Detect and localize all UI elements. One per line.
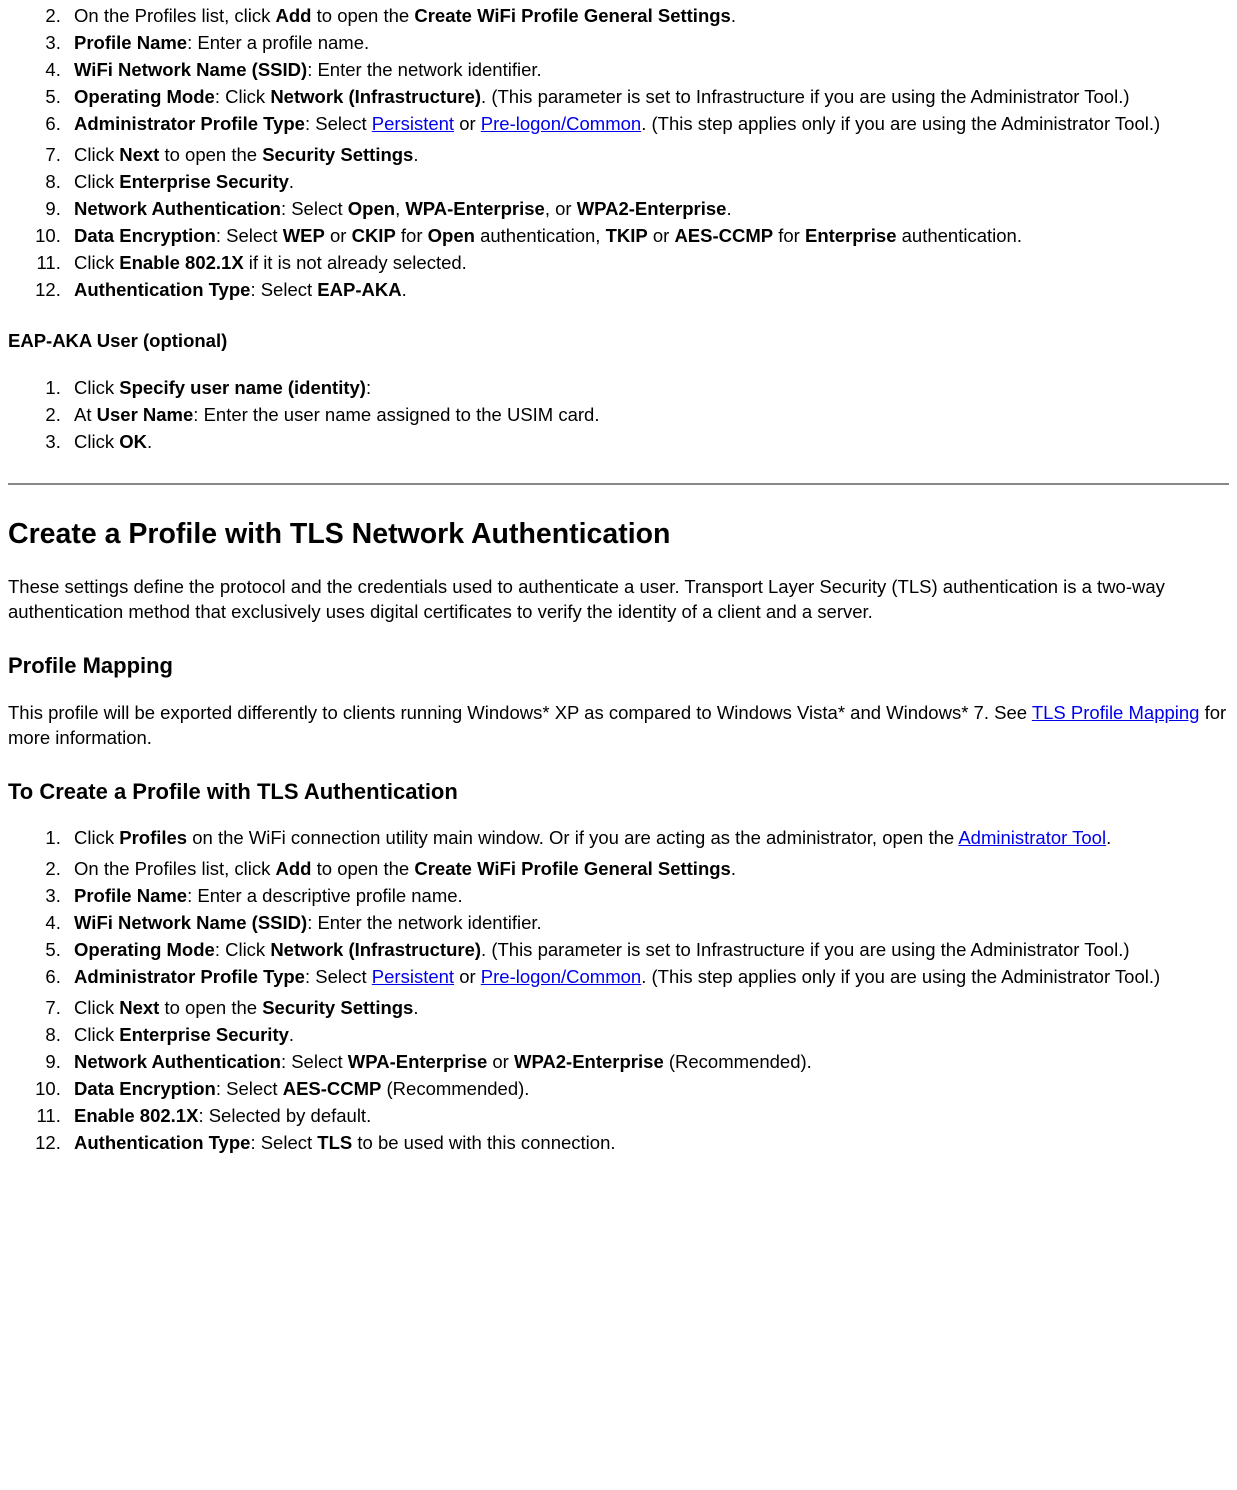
list-item: Click Enterprise Security.	[66, 170, 1229, 195]
persistent-link[interactable]: Persistent	[372, 966, 454, 987]
profile-mapping-paragraph: This profile will be exported differentl…	[8, 701, 1229, 751]
list-item: Authentication Type: Select TLS to be us…	[66, 1131, 1229, 1156]
list-item: Administrator Profile Type: Select Persi…	[66, 965, 1229, 990]
eap-aka-user-steps-list: Click Specify user name (identity): At U…	[8, 376, 1229, 455]
list-item: Click Next to open the Security Settings…	[66, 143, 1229, 168]
list-item: Data Encryption: Select AES-CCMP (Recomm…	[66, 1077, 1229, 1102]
list-item: Operating Mode: Click Network (Infrastru…	[66, 85, 1229, 110]
tls-steps-list: Click Profiles on the WiFi connection ut…	[8, 826, 1229, 1156]
list-item: At User Name: Enter the user name assign…	[66, 403, 1229, 428]
eap-aka-steps-list: On the Profiles list, click Add to open …	[8, 4, 1229, 303]
list-item: Enable 802.1X: Selected by default.	[66, 1104, 1229, 1129]
create-tls-profile-heading: To Create a Profile with TLS Authenticat…	[8, 777, 1229, 807]
list-item: Network Authentication: Select WPA-Enter…	[66, 1050, 1229, 1075]
list-item: On the Profiles list, click Add to open …	[66, 857, 1229, 882]
list-item: Click Next to open the Security Settings…	[66, 996, 1229, 1021]
list-item: Operating Mode: Click Network (Infrastru…	[66, 938, 1229, 963]
list-item: Click OK.	[66, 430, 1229, 455]
list-item: Click Enterprise Security.	[66, 1023, 1229, 1048]
list-item: Network Authentication: Select Open, WPA…	[66, 197, 1229, 222]
section-divider	[8, 483, 1229, 485]
tls-section-heading: Create a Profile with TLS Network Authen…	[8, 515, 1229, 553]
list-item: Data Encryption: Select WEP or CKIP for …	[66, 224, 1229, 249]
list-item: Authentication Type: Select EAP-AKA.	[66, 278, 1229, 303]
list-item: Administrator Profile Type: Select Persi…	[66, 112, 1229, 137]
profile-mapping-heading: Profile Mapping	[8, 651, 1229, 681]
tls-profile-mapping-link[interactable]: TLS Profile Mapping	[1032, 702, 1200, 723]
list-item: WiFi Network Name (SSID): Enter the netw…	[66, 911, 1229, 936]
list-item: Click Enable 802.1X if it is not already…	[66, 251, 1229, 276]
persistent-link[interactable]: Persistent	[372, 113, 454, 134]
list-item: Click Profiles on the WiFi connection ut…	[66, 826, 1229, 851]
list-item: Profile Name: Enter a profile name.	[66, 31, 1229, 56]
prelogon-common-link[interactable]: Pre-logon/Common	[481, 966, 641, 987]
list-item: Profile Name: Enter a descriptive profil…	[66, 884, 1229, 909]
list-item: On the Profiles list, click Add to open …	[66, 4, 1229, 29]
list-item: Click Specify user name (identity):	[66, 376, 1229, 401]
list-item: WiFi Network Name (SSID): Enter the netw…	[66, 58, 1229, 83]
eap-aka-user-heading: EAP-AKA User (optional)	[8, 329, 1229, 354]
tls-intro-paragraph: These settings define the protocol and t…	[8, 575, 1229, 625]
administrator-tool-link[interactable]: Administrator Tool	[958, 827, 1106, 848]
prelogon-common-link[interactable]: Pre-logon/Common	[481, 113, 641, 134]
